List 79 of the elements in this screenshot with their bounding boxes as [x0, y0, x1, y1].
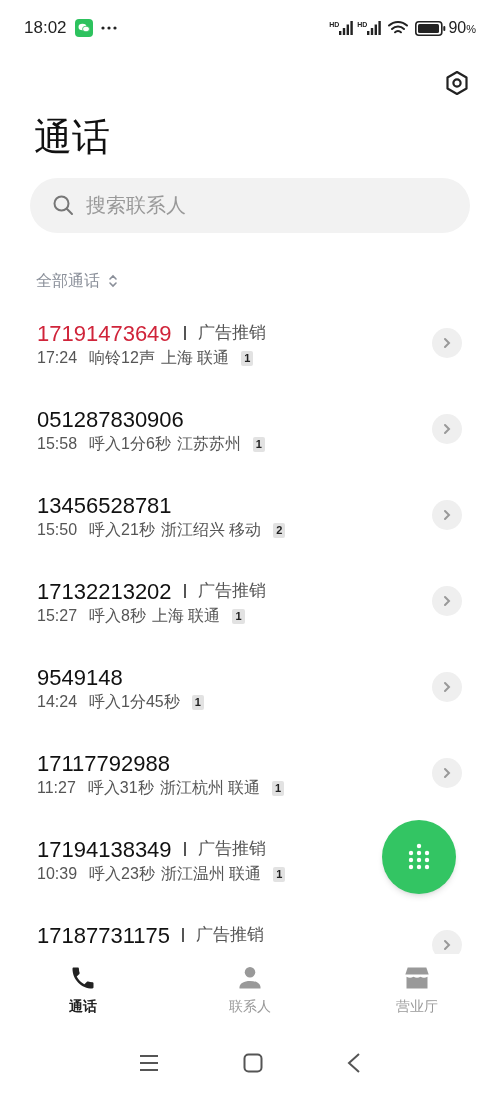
call-count: 2 — [273, 522, 286, 538]
phone-number: 13456528781 — [37, 491, 172, 520]
chevron-icon — [443, 337, 451, 349]
call-time: 15:58 — [37, 434, 78, 454]
details-button[interactable] — [432, 586, 462, 616]
call-count: 1 — [241, 350, 254, 366]
phone-number: 17117792988 — [37, 749, 170, 778]
nav-tab[interactable]: 通话 — [0, 964, 167, 1017]
call-detail: 呼入21秒 — [89, 520, 155, 540]
signal-icon — [367, 21, 382, 35]
chevron-icon — [443, 423, 451, 435]
details-button[interactable] — [432, 672, 462, 702]
separator — [183, 584, 186, 598]
more-icon — [100, 26, 117, 30]
details-button[interactable] — [432, 930, 462, 954]
details-button[interactable] — [432, 500, 462, 530]
call-time: 10:39 — [37, 864, 78, 884]
chat-app-icon — [74, 19, 93, 37]
call-count: 1 — [232, 608, 245, 624]
call-count: 1 — [191, 694, 204, 710]
call-detail: 呼入8秒 — [89, 606, 146, 626]
call-location: 浙江温州 联通 — [160, 864, 262, 884]
clock: 18:02 — [24, 17, 67, 40]
call-tag: 广告推销 — [197, 320, 266, 346]
separator — [183, 842, 186, 856]
nav-tab[interactable]: 联系人 — [166, 964, 334, 1017]
menu-icon[interactable] — [139, 1053, 159, 1072]
call-detail: 呼入23秒 — [89, 864, 155, 884]
battery-level: 90% — [448, 18, 476, 38]
call-time: 14:24 — [37, 692, 78, 712]
details-button[interactable] — [432, 758, 462, 788]
phone-number: 9549148 — [37, 663, 123, 692]
details-button[interactable] — [432, 414, 462, 444]
call-time: 15:50 — [37, 520, 78, 540]
battery-icon — [415, 20, 447, 36]
chevron-icon — [443, 509, 451, 521]
chevron-icon — [443, 681, 451, 693]
call-count: 1 — [252, 436, 265, 452]
phone-number: 17194138349 — [37, 835, 172, 864]
filter-dropdown[interactable]: 全部通话 — [36, 269, 118, 293]
search-field[interactable]: 搜索联系人 — [30, 178, 470, 233]
details-button[interactable] — [432, 328, 462, 358]
dialpad-button[interactable] — [382, 820, 456, 894]
call-time: 17:24 — [37, 348, 78, 368]
call-location: 上海 联通 — [151, 606, 221, 626]
nav-tab[interactable]: 营业厅 — [333, 964, 500, 1017]
back-icon[interactable] — [347, 1052, 361, 1073]
chevron-icon — [443, 767, 451, 779]
phone-number: 17187731175 — [37, 921, 170, 950]
settings-icon — [444, 70, 470, 96]
call-tag: 广告推销 — [197, 836, 266, 862]
wifi-icon — [387, 20, 410, 36]
call-location: 上海 联通 — [160, 348, 230, 368]
dialpad-icon — [408, 843, 430, 871]
home-icon[interactable] — [243, 1052, 263, 1073]
call-location: 浙江绍兴 移动 — [160, 520, 262, 540]
separator — [181, 928, 184, 942]
call-tag: 广告推销 — [195, 922, 264, 948]
signal-icon — [339, 21, 354, 35]
phone-number: 17132213202 — [37, 577, 172, 606]
search-icon — [52, 194, 74, 216]
chevron-icon — [443, 595, 451, 607]
call-detail: 呼入1分6秒 — [89, 434, 171, 454]
call-tag: 广告推销 — [197, 578, 266, 604]
call-count: 1 — [272, 780, 285, 796]
separator — [183, 326, 186, 340]
call-location: 浙江杭州 联通 — [159, 778, 261, 798]
call-location: 江苏苏州 — [176, 434, 241, 454]
phone-number: 051287830906 — [37, 405, 184, 434]
phone-number: 17191473649 — [37, 319, 172, 348]
sort-icon — [108, 274, 118, 288]
chevron-icon — [443, 939, 451, 951]
call-count: 1 — [273, 866, 286, 882]
call-time: 15:27 — [37, 606, 78, 626]
call-detail: 呼入1分45秒 — [89, 692, 180, 712]
page-title: 通话 — [33, 115, 111, 160]
call-detail: 呼入31秒 — [87, 778, 154, 798]
call-time: 11:27 — [37, 778, 76, 798]
call-detail: 响铃12声 — [89, 348, 155, 368]
